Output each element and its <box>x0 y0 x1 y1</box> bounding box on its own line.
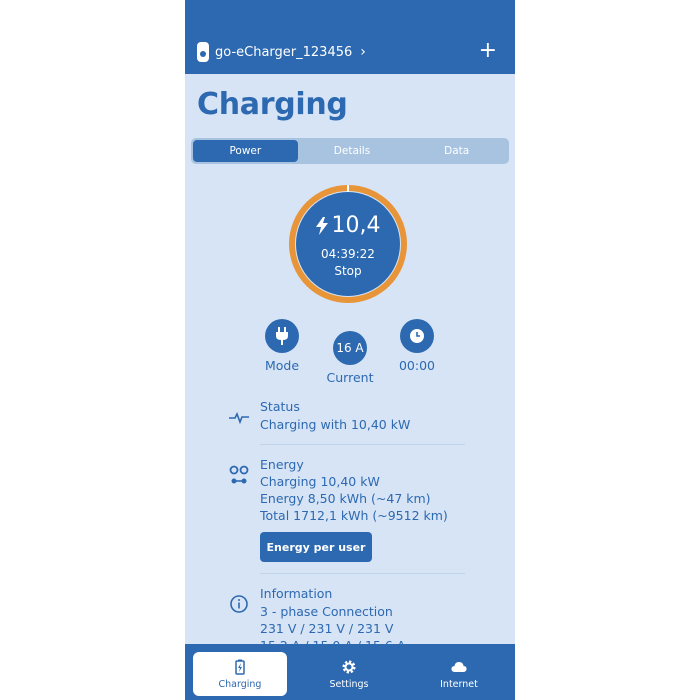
nav-settings-label: Settings <box>329 678 369 690</box>
nav-charging[interactable]: Charging <box>193 652 287 696</box>
nav-internet-label: Internet <box>440 678 478 690</box>
cloud-icon <box>451 661 467 672</box>
tab-power[interactable]: Power <box>193 140 298 162</box>
top-bar: go-eCharger_123456 › + <box>185 0 515 74</box>
divider <box>260 573 465 574</box>
nav-charging-label: Charging <box>218 678 262 690</box>
energy-title: Energy <box>260 457 304 472</box>
device-selector[interactable]: go-eCharger_123456 › <box>197 42 366 62</box>
pulse-icon <box>229 412 249 425</box>
information-line-voltage: 231 V / 231 V / 231 V <box>260 621 394 636</box>
divider <box>260 444 465 445</box>
power-value: 10,4 <box>331 213 381 238</box>
nav-settings[interactable]: Settings <box>302 652 396 696</box>
status-text: Charging with 10,40 kW <box>260 417 411 432</box>
timer-button[interactable] <box>400 319 434 353</box>
mode-button[interactable] <box>265 319 299 353</box>
tab-details[interactable]: Details <box>300 138 405 164</box>
gauge-readout: 10,4 04:39:22 Stop <box>287 183 409 305</box>
device-name: go-eCharger_123456 <box>215 44 353 60</box>
energy-line-session: Energy 8,50 kWh (~47 km) <box>260 491 431 506</box>
nav-internet[interactable]: Internet <box>412 652 506 696</box>
information-line-phase: 3 - phase Connection <box>260 604 393 619</box>
current-button[interactable]: 16 A <box>333 331 367 365</box>
plug-icon <box>276 327 288 345</box>
bottom-navigation: Charging Settings Internet <box>185 644 515 700</box>
info-icon <box>230 595 248 613</box>
chevron-right-icon: › <box>360 44 366 60</box>
timer-label: 00:00 <box>398 358 436 373</box>
energy-line-charging: Charging 10,40 kW <box>260 474 380 489</box>
tab-bar: Power Details Data <box>191 138 509 164</box>
energy-line-total: Total 1712,1 kWh (~9512 km) <box>260 508 448 523</box>
page-title: Charging <box>197 87 348 122</box>
energy-per-user-button[interactable]: Energy per user <box>260 532 372 562</box>
charger-device-icon <box>197 42 209 62</box>
gear-icon <box>342 660 356 673</box>
add-device-button[interactable]: + <box>479 40 497 62</box>
battery-charging-icon <box>235 659 245 675</box>
lightning-icon <box>315 216 328 235</box>
energy-route-icon <box>229 465 249 484</box>
tab-data[interactable]: Data <box>404 138 509 164</box>
clock-icon <box>410 329 424 343</box>
app-screen: go-eCharger_123456 › + Charging Power De… <box>185 0 515 700</box>
power-readout: 10,4 <box>287 213 409 238</box>
stop-button[interactable]: Stop <box>287 264 409 278</box>
charge-duration: 04:39:22 <box>321 247 375 261</box>
information-title: Information <box>260 586 333 601</box>
status-title: Status <box>260 399 300 414</box>
